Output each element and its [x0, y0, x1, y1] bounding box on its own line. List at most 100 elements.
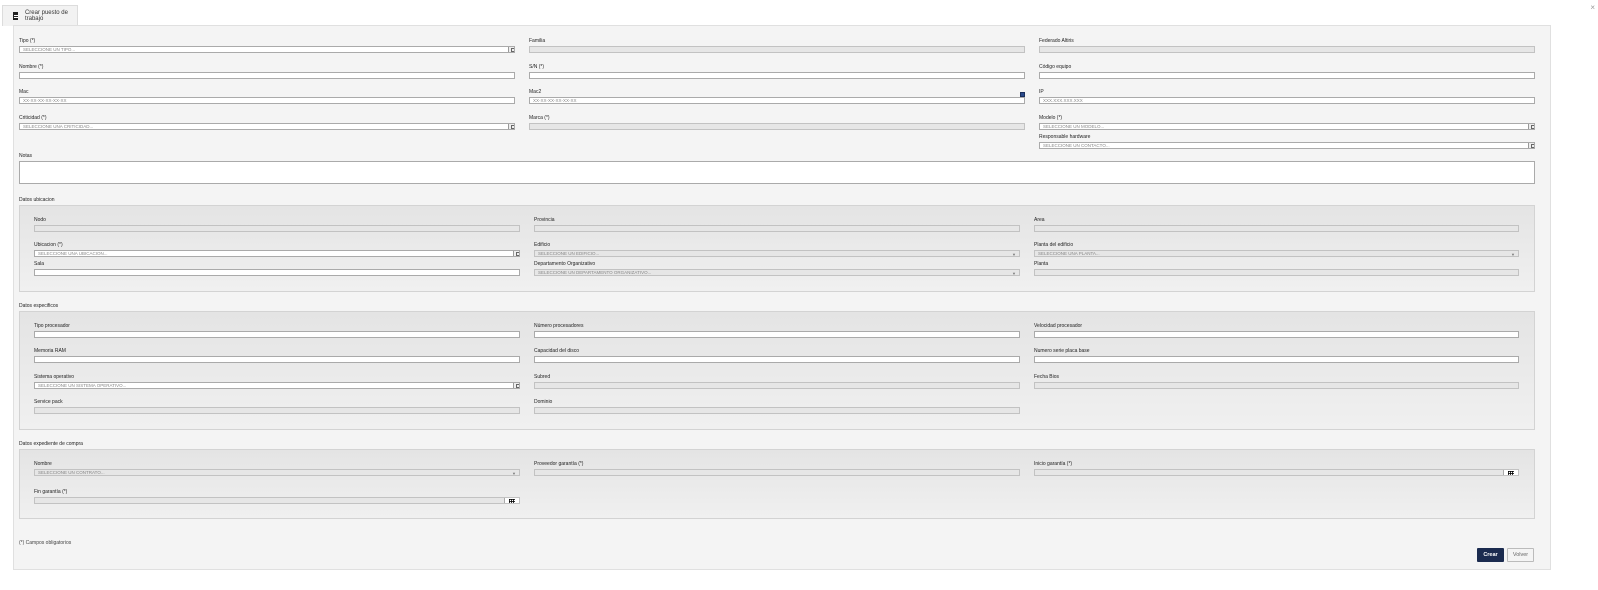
velocidad-procesador-label: Velocidad procesador: [1034, 323, 1083, 329]
compra-section: [19, 449, 1535, 519]
edificio-select[interactable]: SELECCIONE UN EDIFICIO... ▼: [534, 250, 1020, 257]
area-label: Area: [1034, 217, 1045, 223]
inicio-garantia-date[interactable]: [1034, 469, 1519, 476]
numero-serie-placa-label: Numero serie placa base: [1034, 348, 1090, 354]
chevron-down-icon: ▼: [1511, 252, 1515, 257]
document-icon: [13, 12, 18, 20]
contrato-select[interactable]: SELECCIONE UN CONTRATO... ▼: [34, 469, 520, 476]
mac-input[interactable]: XX-XX-XX-XX-XX-XX: [19, 97, 515, 104]
nombre-input[interactable]: [19, 72, 515, 79]
ubicacion-placeholder: SELECCIONE UNA UBICACION...: [38, 251, 108, 256]
tipo-placeholder: SELECCIONE UN TIPO...: [23, 47, 76, 52]
memoria-ram-label: Memoria RAM: [34, 348, 66, 354]
ubicacion-dropdown-button[interactable]: [513, 251, 519, 256]
tab-label: Crear puesto de trabajo: [24, 10, 68, 22]
sala-label: Sala: [34, 261, 45, 267]
sala-input[interactable]: [34, 269, 520, 276]
close-icon[interactable]: ×: [1590, 3, 1595, 12]
federado-label: Federado Altiris: [1039, 38, 1074, 44]
memoria-ram-input[interactable]: [34, 356, 520, 363]
codigo-equipo-input[interactable]: [1039, 72, 1535, 79]
departamento-placeholder: SELECCIONE UN DEPARTAMENTO ORGANIZATIVO.…: [538, 270, 652, 275]
calendar-icon: [509, 499, 515, 503]
nombre-label: Nombre (*): [19, 64, 44, 70]
modelo-select[interactable]: SELECCIONE UN MODELO...: [1039, 123, 1535, 130]
calendar-button[interactable]: [504, 498, 519, 503]
sistema-operativo-dropdown-button[interactable]: [513, 383, 519, 388]
criticidad-select[interactable]: SELECCIONE UNA CRITICIDAD...: [19, 123, 515, 130]
sistema-operativo-select[interactable]: SELECCIONE UN SISTEMA OPERATIVO...: [34, 382, 520, 389]
fecha-bios-field: [1034, 382, 1519, 389]
sistema-operativo-placeholder: SELECCIONE UN SISTEMA OPERATIVO...: [38, 383, 127, 388]
marca-label: Marca (*): [529, 115, 550, 121]
crear-button[interactable]: Crear: [1477, 548, 1504, 562]
modelo-label: Modelo (*): [1039, 115, 1063, 121]
federado-field: [1039, 46, 1535, 53]
calendar-button[interactable]: [1503, 470, 1518, 475]
planta-label: Planta: [1034, 261, 1049, 267]
provincia-field: [534, 225, 1020, 232]
ip-label: IP: [1039, 89, 1044, 95]
sn-label: S/N (*): [529, 64, 544, 70]
numero-procesadores-label: Número procesadores: [534, 323, 584, 329]
tipo-procesador-label: Tipo procesador: [34, 323, 70, 329]
tipo-select[interactable]: SELECCIONE UN TIPO...: [19, 46, 515, 53]
familia-field: [529, 46, 1025, 53]
responsable-placeholder: SELECCIONE UN CONTACTO...: [1043, 143, 1110, 148]
familia-label: Familia: [529, 38, 546, 44]
compra-section-title: Datos expediente de compra: [19, 441, 83, 447]
modelo-dropdown-button[interactable]: [1528, 124, 1534, 129]
tab-crear-puesto[interactable]: Crear puesto de trabajo: [2, 5, 78, 26]
volver-button[interactable]: Volver: [1507, 548, 1534, 562]
nodo-label: Nodo: [34, 217, 46, 223]
chevron-down-icon: ▼: [1012, 252, 1016, 257]
departamento-label: Departamento Organizativo: [534, 261, 596, 267]
ubicacion-section-title: Datos ubicacion: [19, 197, 55, 203]
planta-edificio-placeholder: SELECCIONE UNA PLANTA...: [1038, 251, 1100, 256]
responsable-dropdown-button[interactable]: [1528, 143, 1534, 148]
criticidad-placeholder: SELECCIONE UNA CRITICIDAD...: [23, 124, 94, 129]
planta-field: [1034, 269, 1519, 276]
notas-label: Notas: [19, 153, 33, 159]
criticidad-label: Criticidad (*): [19, 115, 47, 121]
departamento-select[interactable]: SELECCIONE UN DEPARTAMENTO ORGANIZATIVO.…: [534, 269, 1020, 276]
tipo-dropdown-button[interactable]: [508, 47, 514, 52]
provincia-label: Provincia: [534, 217, 555, 223]
area-field: [1034, 225, 1519, 232]
planta-edificio-label: Planta del edificio: [1034, 242, 1074, 248]
chevron-down-icon: ▼: [512, 471, 516, 476]
planta-edificio-select[interactable]: SELECCIONE UNA PLANTA... ▼: [1034, 250, 1519, 257]
required-fields-note: (*) Campos obligatorios: [19, 540, 72, 546]
numero-procesadores-input[interactable]: [534, 331, 1020, 338]
especificos-section-title: Datos especificos: [19, 303, 59, 309]
calendar-icon: [1508, 471, 1514, 475]
ip-input[interactable]: XXX.XXX.XXX.XXX: [1039, 97, 1535, 104]
tipo-label: Tipo (*): [19, 38, 36, 44]
service-pack-label: Service pack: [34, 399, 63, 405]
edificio-placeholder: SELECCIONE UN EDIFICIO...: [538, 251, 600, 256]
edificio-label: Edificio: [534, 242, 551, 248]
criticidad-dropdown-button[interactable]: [508, 124, 514, 129]
proveedor-label: Proveedor garantía (*): [534, 461, 584, 467]
velocidad-procesador-input[interactable]: [1034, 331, 1519, 338]
capacidad-disco-input[interactable]: [534, 356, 1020, 363]
responsable-select[interactable]: SELECCIONE UN CONTACTO...: [1039, 142, 1535, 149]
numero-serie-placa-input[interactable]: [1034, 356, 1519, 363]
tipo-procesador-input[interactable]: [34, 331, 520, 338]
mac-label: Mac: [19, 89, 29, 95]
sistema-operativo-label: Sistema operativo: [34, 374, 75, 380]
mac2-label: Mac2: [529, 89, 542, 95]
chevron-down-icon: ▼: [1012, 271, 1016, 276]
fin-garantia-label: Fin garantía (*): [34, 489, 68, 495]
notas-textarea[interactable]: [19, 161, 1535, 184]
marca-field: [529, 123, 1025, 130]
inicio-garantia-label: Inicio garantía (*): [1034, 461, 1073, 467]
dominio-field: [534, 407, 1020, 414]
ubicacion-select[interactable]: SELECCIONE UNA UBICACION...: [34, 250, 520, 257]
mac2-input[interactable]: XX-XX-XX-XX-XX-XX: [529, 97, 1025, 104]
subred-label: Subred: [534, 374, 551, 380]
fin-garantia-date[interactable]: [34, 497, 520, 504]
service-pack-field: [34, 407, 520, 414]
ubicacion-label: Ubicacion (*): [34, 242, 63, 248]
sn-input[interactable]: [529, 72, 1025, 79]
